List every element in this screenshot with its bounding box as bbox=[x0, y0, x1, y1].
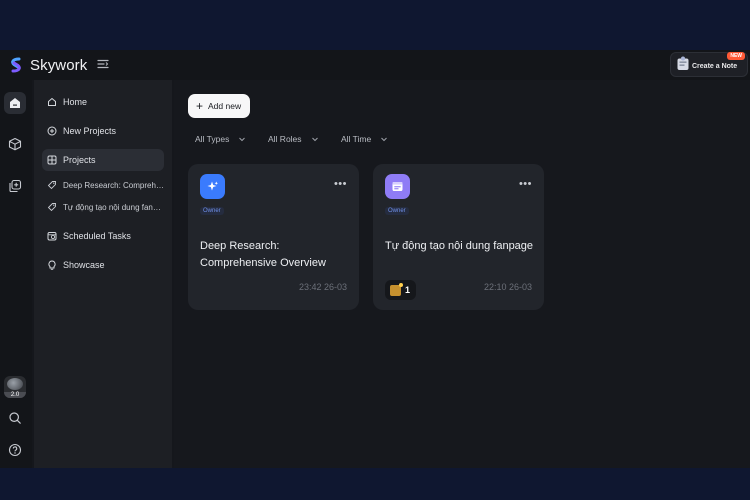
sidebar-item-label: Projects bbox=[63, 155, 96, 165]
new-badge: NEW bbox=[727, 52, 745, 60]
filter-roles-dropdown[interactable]: All Roles bbox=[268, 134, 319, 144]
create-note-button[interactable]: Create a Note NEW bbox=[670, 52, 748, 77]
project-timestamp: 22:10 26-03 bbox=[483, 282, 532, 292]
chevron-down-icon bbox=[311, 137, 318, 142]
main-content: + Add new All Types All Roles All Time •… bbox=[174, 80, 750, 468]
skywork-logo-icon[interactable] bbox=[7, 56, 25, 74]
rail-cube-button[interactable] bbox=[4, 133, 26, 155]
scheduled-task-icon bbox=[390, 282, 403, 296]
help-icon bbox=[8, 443, 22, 457]
filter-label: All Types bbox=[195, 134, 230, 144]
filter-label: All Time bbox=[341, 134, 372, 144]
more-options-icon[interactable]: ••• bbox=[519, 178, 532, 190]
sidebar-item-label: Showcase bbox=[63, 260, 105, 270]
chevron-down-icon bbox=[381, 137, 388, 142]
filter-time-dropdown[interactable]: All Time bbox=[341, 134, 388, 144]
filter-types-dropdown[interactable]: All Types bbox=[195, 134, 246, 144]
rail-search-button[interactable] bbox=[4, 407, 26, 429]
user-avatar[interactable]: 2.0 bbox=[4, 376, 26, 398]
create-note-label: Create a Note bbox=[692, 63, 738, 70]
app-window: Skywork Create a Note NEW 2.0 Home New P… bbox=[0, 50, 750, 468]
rail-help-button[interactable] bbox=[4, 439, 26, 461]
project-card[interactable]: ••• Owner Deep Research: Comprehensive O… bbox=[188, 164, 359, 310]
project-title: Tự động tạo nội dung fanpage bbox=[385, 240, 534, 252]
search-icon bbox=[9, 412, 21, 424]
project-card[interactable]: ••• Owner Tự động tạo nội dung fanpage 1… bbox=[373, 164, 544, 310]
project-type-badge bbox=[200, 174, 225, 199]
icon-rail: 2.0 bbox=[0, 80, 32, 468]
rail-home-button[interactable] bbox=[4, 92, 26, 114]
rail-library-button[interactable] bbox=[4, 175, 26, 197]
sidebar-item-label: Tự động tạo nội dung fanpage bbox=[63, 202, 164, 212]
version-badge: 2.0 bbox=[4, 392, 26, 398]
sparkle-tag-icon bbox=[47, 181, 56, 190]
sidebar-item-deep-research[interactable]: Deep Research: Comprehensive Overview bbox=[42, 174, 164, 196]
sidebar-item-fanpage[interactable]: Tự động tạo nội dung fanpage bbox=[42, 196, 164, 218]
add-new-button[interactable]: + Add new bbox=[188, 94, 250, 118]
brand-name: Skywork bbox=[30, 57, 88, 74]
sparkle-icon bbox=[207, 181, 218, 191]
owner-badge: Owner bbox=[200, 207, 224, 215]
sidebar: Home New Projects Projects Deep Research… bbox=[34, 80, 172, 468]
sidebar-item-new-projects[interactable]: New Projects bbox=[42, 120, 164, 142]
note-icon bbox=[677, 56, 689, 70]
browser-icon bbox=[392, 182, 403, 191]
more-options-icon[interactable]: ••• bbox=[334, 178, 347, 190]
project-type-badge bbox=[385, 174, 410, 199]
library-add-icon bbox=[9, 179, 22, 193]
grid-icon bbox=[47, 155, 57, 165]
cube-icon bbox=[8, 137, 22, 151]
project-title: Deep Research: Comprehensive Overview bbox=[200, 240, 326, 269]
filter-label: All Roles bbox=[268, 134, 302, 144]
sidebar-item-label: Scheduled Tasks bbox=[63, 231, 131, 241]
home-icon bbox=[10, 98, 20, 108]
sidebar-collapse-icon[interactable] bbox=[97, 58, 109, 70]
sidebar-item-showcase[interactable]: Showcase bbox=[42, 254, 164, 276]
sparkle-tag-icon bbox=[47, 203, 56, 212]
lightbulb-icon bbox=[48, 260, 56, 270]
top-bar: Skywork Create a Note NEW bbox=[0, 50, 750, 80]
scheduled-task-chip[interactable]: 1 bbox=[385, 280, 416, 300]
task-count: 1 bbox=[405, 285, 411, 295]
home-icon bbox=[48, 97, 56, 106]
add-new-label: Add new bbox=[208, 101, 242, 111]
avatar-image bbox=[7, 378, 23, 390]
owner-badge: Owner bbox=[385, 207, 409, 215]
chevron-down-icon bbox=[239, 137, 246, 142]
project-timestamp: 23:42 26-03 bbox=[298, 282, 347, 292]
sidebar-item-scheduled-tasks[interactable]: Scheduled Tasks bbox=[42, 225, 164, 247]
plus-icon: + bbox=[196, 99, 204, 113]
sidebar-item-label: Deep Research: Comprehensive Overview bbox=[63, 180, 164, 190]
calendar-clock-icon bbox=[47, 232, 57, 241]
sidebar-item-home[interactable]: Home bbox=[42, 91, 164, 113]
bottom-band bbox=[0, 468, 750, 500]
plus-circle-icon bbox=[47, 126, 57, 136]
sidebar-item-label: New Projects bbox=[63, 126, 117, 136]
sidebar-item-label: Home bbox=[63, 97, 88, 107]
sidebar-item-projects[interactable]: Projects bbox=[42, 149, 164, 171]
